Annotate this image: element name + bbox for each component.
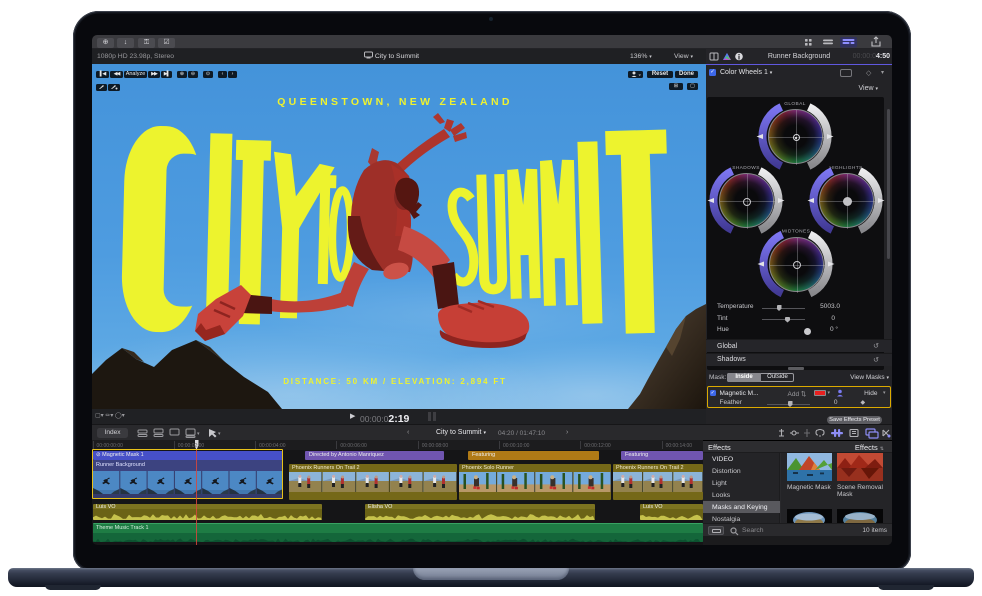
svg-text:▾: ▾: [218, 431, 221, 437]
svg-text:▾: ▾: [197, 431, 200, 437]
